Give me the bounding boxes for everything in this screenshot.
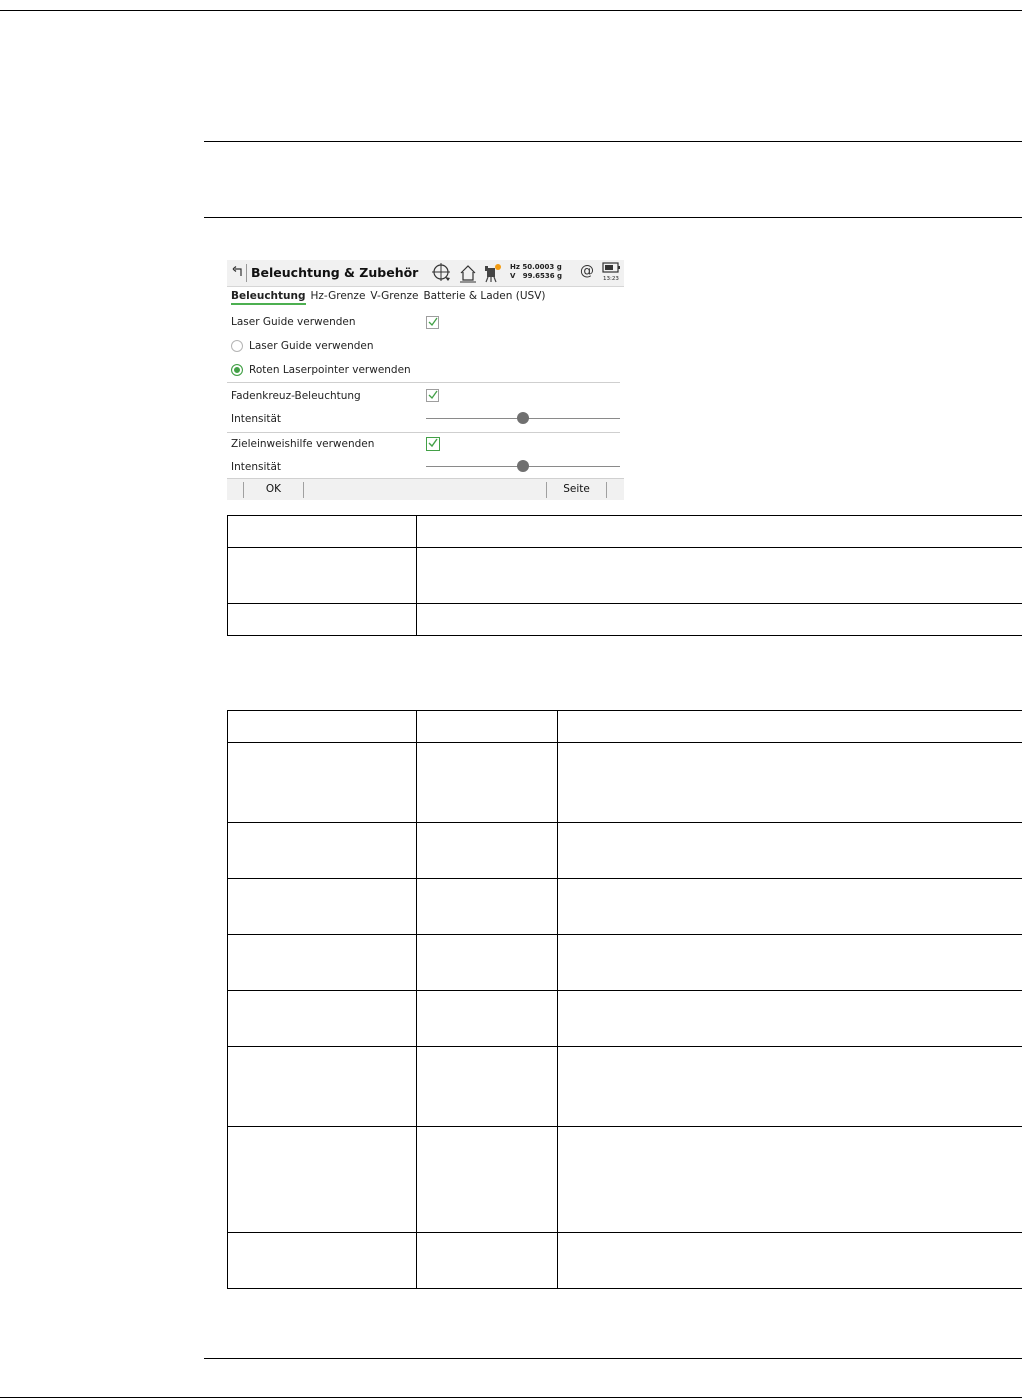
- table-row: [227, 822, 1022, 879]
- table-row: [227, 1126, 1022, 1233]
- softkey-separator: [303, 482, 304, 498]
- tab-beleuchtung[interactable]: Beleuchtung: [231, 290, 306, 305]
- target-aid-label: Zieleinweishilfe verwenden: [231, 438, 375, 450]
- table-row: [227, 1232, 1022, 1289]
- table-2: [227, 710, 1022, 1289]
- target-aid-checkbox[interactable]: [426, 437, 440, 451]
- back-icon[interactable]: [231, 265, 245, 279]
- table-cell: [416, 1232, 558, 1289]
- table-cell: [416, 1046, 558, 1127]
- table-cell: [557, 878, 1022, 935]
- table-cell: [416, 1126, 558, 1233]
- divider: [227, 432, 620, 433]
- top-rule: [0, 10, 1022, 11]
- table-cell: [557, 990, 1022, 1047]
- table-cell: [557, 1126, 1022, 1233]
- tab-v-grenze[interactable]: V-Grenze: [370, 290, 418, 302]
- radio-red-laserpointer-label: Roten Laserpointer verwenden: [249, 364, 411, 376]
- v-value: V 99.6536 g: [510, 272, 563, 280]
- intensity-label-2: Intensität: [231, 461, 282, 473]
- table-row: [227, 603, 1022, 636]
- table-cell: [416, 934, 558, 991]
- device-screen: Beleuchtung & Zubehör Hz 50.0003 g V 99.…: [227, 260, 624, 500]
- intensity-slider-1-thumb[interactable]: [517, 412, 529, 424]
- instrument-icon[interactable]: [482, 263, 502, 283]
- table-row: [227, 1046, 1022, 1127]
- tab-batterie[interactable]: Batterie & Laden (USV): [423, 290, 545, 302]
- radio-laser-guide[interactable]: [231, 340, 243, 352]
- crosshair-illumination-label: Fadenkreuz-Beleuchtung: [231, 390, 361, 402]
- hz-value: Hz 50.0003 g: [510, 263, 562, 271]
- table-cell: [557, 1232, 1022, 1289]
- angle-readout: Hz 50.0003 g V 99.6536 g: [510, 263, 562, 281]
- table-row: [227, 742, 1022, 823]
- table-cell: [227, 990, 417, 1047]
- radio-laser-guide-label: Laser Guide verwenden: [249, 340, 374, 352]
- table-cell: [416, 603, 1022, 636]
- softkey-bar: OK Seite: [227, 478, 624, 500]
- crosshair-illumination-checkbox[interactable]: [426, 389, 439, 402]
- ok-button[interactable]: OK: [244, 483, 303, 495]
- footer-rule-1: [204, 1358, 1022, 1359]
- table-cell: [227, 822, 417, 879]
- table-cell: [227, 603, 417, 636]
- table-row: [227, 547, 1022, 604]
- table-cell: [416, 990, 558, 1047]
- table-cell: [416, 547, 1022, 604]
- page-button[interactable]: Seite: [547, 483, 606, 495]
- section-rule-2: [204, 217, 1022, 218]
- table-cell: [227, 742, 417, 823]
- table-cell: [227, 515, 417, 548]
- table-cell: [227, 547, 417, 604]
- laser-guide-label: Laser Guide verwenden: [231, 316, 356, 328]
- section-rule-1: [204, 141, 1022, 142]
- tab-hz-grenze[interactable]: Hz-Grenze: [311, 290, 366, 302]
- softkey-separator: [606, 482, 607, 498]
- crosshair-icon[interactable]: [432, 263, 452, 283]
- table-cell: [227, 1126, 417, 1233]
- table-row: [227, 990, 1022, 1047]
- intensity-slider-2-thumb[interactable]: [517, 460, 529, 472]
- divider: [227, 382, 620, 383]
- tab-bar: Beleuchtung Hz-Grenze V-Grenze Batterie & L…: [231, 290, 551, 306]
- title-separator: [246, 264, 247, 282]
- table-cell: [416, 515, 1022, 548]
- table-row: [227, 878, 1022, 935]
- table-cell: [557, 822, 1022, 879]
- footer-rule-2: [0, 1397, 1022, 1398]
- clock: 13:23: [603, 276, 619, 282]
- at-icon[interactable]: @: [580, 263, 594, 279]
- laser-guide-checkbox[interactable]: [426, 316, 439, 329]
- home-icon[interactable]: [458, 263, 478, 283]
- table-cell: [227, 710, 417, 743]
- table-1: [227, 515, 1022, 636]
- title-bar: Beleuchtung & Zubehör Hz 50.0003 g V 99.…: [227, 260, 624, 287]
- battery-icon: [602, 262, 620, 273]
- table-cell: [557, 710, 1022, 743]
- table-cell: [416, 742, 558, 823]
- table-cell: [227, 1232, 417, 1289]
- table-cell: [416, 822, 558, 879]
- radio-red-laserpointer[interactable]: [231, 364, 243, 376]
- table-header-row: [227, 710, 1022, 743]
- table-cell: [416, 878, 558, 935]
- table-cell: [227, 1046, 417, 1127]
- table-cell: [557, 1046, 1022, 1127]
- table-cell: [557, 934, 1022, 991]
- table-cell: [227, 934, 417, 991]
- screen-title: Beleuchtung & Zubehör: [251, 265, 419, 280]
- table-cell: [227, 878, 417, 935]
- table-cell: [416, 710, 558, 743]
- table-header-row: [227, 515, 1022, 548]
- table-cell: [557, 742, 1022, 823]
- table-row: [227, 934, 1022, 991]
- intensity-label-1: Intensität: [231, 413, 282, 425]
